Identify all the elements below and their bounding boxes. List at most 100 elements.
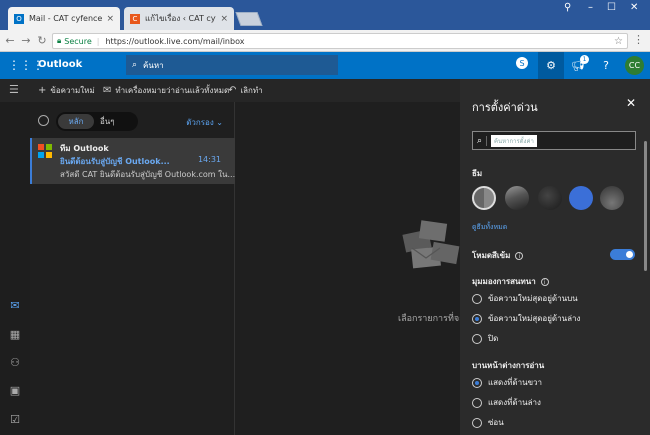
quick-settings-panel: การตั้งค่าด่วน ✕ ⌕ ค้นหาการตั้งค่า ธีม ด… [460, 79, 650, 435]
undo-icon: ↶ [228, 85, 237, 96]
maximize-icon[interactable]: ☐ [607, 2, 616, 13]
reading-pane-option[interactable]: แสดงที่ด้านขวา [472, 376, 542, 389]
conversation-option[interactable]: ข้อความใหม่สุดอยู่ด้านบน [472, 292, 578, 305]
plus-icon: + [38, 85, 47, 96]
message-sender: ทีม Outlook [60, 144, 109, 153]
scrollbar[interactable] [644, 141, 647, 271]
avatar[interactable]: CC [625, 56, 644, 75]
select-all-checkbox[interactable] [38, 115, 49, 126]
new-message-button[interactable]: + ข้อความใหม่ [38, 84, 95, 97]
left-rail: ✉ ▦ ⚇ ▣ ☑ [0, 102, 30, 435]
tab-label: Mail - CAT cyfence - Outl [29, 14, 103, 23]
mark-all-read-button[interactable]: ✉ ทำเครื่องหมายว่าอ่านแล้วทั้งหมด [103, 84, 229, 97]
toggle-knob [626, 251, 633, 258]
settings-title: การตั้งค่าด่วน [472, 101, 538, 114]
theme-swatch-gray[interactable] [472, 186, 496, 210]
theme-heading: ธีม [472, 169, 483, 178]
app-launcher-icon[interactable]: ⋮⋮⋮ [8, 58, 44, 72]
settings-search-input[interactable]: ⌕ ค้นหาการตั้งค่า [472, 131, 636, 150]
dark-mode-label: โหมดสีเข้ม [472, 251, 511, 260]
radio-button[interactable] [472, 313, 482, 324]
conversation-option[interactable]: ปิด [472, 332, 498, 345]
browser-menu-icon[interactable]: ⋮ [633, 33, 644, 46]
all-themes-link[interactable]: ดูธีมทั้งหมด [472, 222, 507, 233]
help-icon[interactable]: ? [596, 56, 616, 76]
focused-other-toggle[interactable]: หลัก อื่นๆ [56, 112, 138, 131]
browser-tab-strip: O Mail - CAT cyfence - Outl × C แก้ไขเรื… [0, 0, 650, 30]
search-placeholder: ค้นหา [143, 60, 164, 70]
new-message-label: ข้อความใหม่ [50, 86, 95, 95]
photos-icon[interactable]: ▣ [8, 384, 22, 398]
theme-swatch-mountain[interactable] [505, 186, 529, 210]
info-icon[interactable]: i [515, 252, 524, 260]
address-bar-row: ← → ↻ 🔒︎ Secure | https://outlook.live.c… [0, 30, 650, 52]
option-label: ข้อความใหม่สุดอยู่ด้านล่าง [488, 314, 581, 323]
reload-icon[interactable]: ↻ [34, 34, 50, 47]
mark-all-read-label: ทำเครื่องหมายว่าอ่านแล้วทั้งหมด [115, 86, 230, 95]
mail-icon[interactable]: ✉ [8, 299, 22, 313]
conversation-heading: มุมมองการสนทนา i [472, 275, 549, 288]
gear-icon: ⚙ [546, 59, 556, 72]
svg-text:S: S [519, 59, 524, 68]
envelope-open-icon: ✉ [103, 85, 112, 96]
search-icon: ⌕ [132, 60, 138, 70]
browser-tab-cyfence[interactable]: C แก้ไขเรื่อง ‹ CAT cyfence ฐ × [124, 7, 234, 30]
cyfence-favicon-icon: C [130, 13, 140, 24]
envelopes-illustration-icon [402, 220, 460, 269]
hamburger-icon[interactable]: ☰ [9, 83, 19, 96]
radio-button[interactable] [472, 377, 482, 388]
tab-other[interactable]: อื่นๆ [100, 114, 115, 129]
reading-pane-option[interactable]: แสดงที่ด้านล่าง [472, 396, 541, 409]
close-tab-icon[interactable]: × [220, 14, 228, 24]
option-label: ข้อความใหม่สุดอยู่ด้านบน [488, 294, 578, 303]
tasks-icon[interactable]: ☑ [8, 413, 22, 427]
radio-button[interactable] [472, 417, 482, 428]
outlook-favicon-icon: O [14, 13, 24, 24]
filter-link[interactable]: ตัวกรอง ⌄ [186, 116, 223, 129]
divider: | [96, 36, 100, 46]
option-label: แสดงที่ด้านล่าง [488, 398, 541, 407]
skype-icon[interactable]: S [512, 56, 532, 76]
close-tab-icon[interactable]: × [106, 14, 114, 24]
forward-icon[interactable]: → [18, 34, 34, 47]
tab-label: แก้ไขเรื่อง ‹ CAT cyfence ฐ [145, 14, 216, 23]
new-tab-button[interactable] [235, 12, 263, 26]
dark-mode-toggle[interactable] [610, 249, 635, 260]
theme-swatch-palm[interactable] [600, 186, 624, 210]
list-item[interactable]: ทีม Outlook ยินดีต้อนรับสู่บัญชี Outlook… [30, 138, 235, 184]
inbox-filter-row: หลัก อื่นๆ ตัวกรอง ⌄ [30, 110, 235, 132]
outlook-brand[interactable]: Outlook [38, 59, 82, 70]
message-list: หลัก อื่นๆ ตัวกรอง ⌄ ทีม Outlook ยินดีต้… [30, 102, 235, 435]
browser-tab-outlook[interactable]: O Mail - CAT cyfence - Outl × [8, 7, 120, 30]
radio-button[interactable] [472, 333, 482, 344]
close-icon[interactable]: ✕ [626, 96, 636, 110]
reading-pane-heading: บานหน้าต่างการอ่าน [472, 361, 545, 370]
search-box[interactable]: ⌕ ค้นหา [126, 55, 338, 75]
tab-focused[interactable]: หลัก [58, 114, 94, 129]
minimize-icon[interactable]: – [588, 2, 593, 13]
message-time: 14:31 [197, 155, 221, 164]
microsoft-logo-icon [38, 144, 52, 158]
settings-button[interactable]: ⚙ [538, 52, 564, 79]
radio-button[interactable] [472, 397, 482, 408]
lock-icon: 🔒︎ [57, 36, 62, 45]
radio-button[interactable] [472, 293, 482, 304]
close-window-icon[interactable]: ✕ [630, 2, 638, 13]
notification-badge: 1 [580, 55, 589, 64]
people-icon[interactable]: ⚇ [8, 356, 22, 370]
omnibox[interactable]: 🔒︎ Secure | https://outlook.live.com/mai… [52, 33, 628, 49]
secure-label: Secure [64, 36, 92, 46]
theme-swatch-blue[interactable] [569, 186, 593, 210]
calendar-icon[interactable]: ▦ [8, 328, 22, 342]
dark-mode-row: โหมดสีเข้ม i [472, 249, 524, 262]
profile-icon[interactable]: ⚲ [564, 2, 571, 13]
reading-pane: เลือกรายการที่จะอ่าน [236, 102, 460, 435]
bookmark-star-icon[interactable]: ☆ [614, 36, 623, 47]
url-text: https://outlook.live.com/mail/inbox [105, 36, 245, 46]
theme-swatch-leaves[interactable] [538, 186, 562, 210]
conversation-option[interactable]: ข้อความใหม่สุดอยู่ด้านล่าง [472, 312, 580, 325]
back-icon[interactable]: ← [2, 34, 18, 47]
info-icon[interactable]: i [540, 278, 549, 286]
reading-pane-option[interactable]: ซ่อน [472, 416, 504, 429]
undo-button[interactable]: ↶ เลิกทำ [228, 84, 263, 97]
